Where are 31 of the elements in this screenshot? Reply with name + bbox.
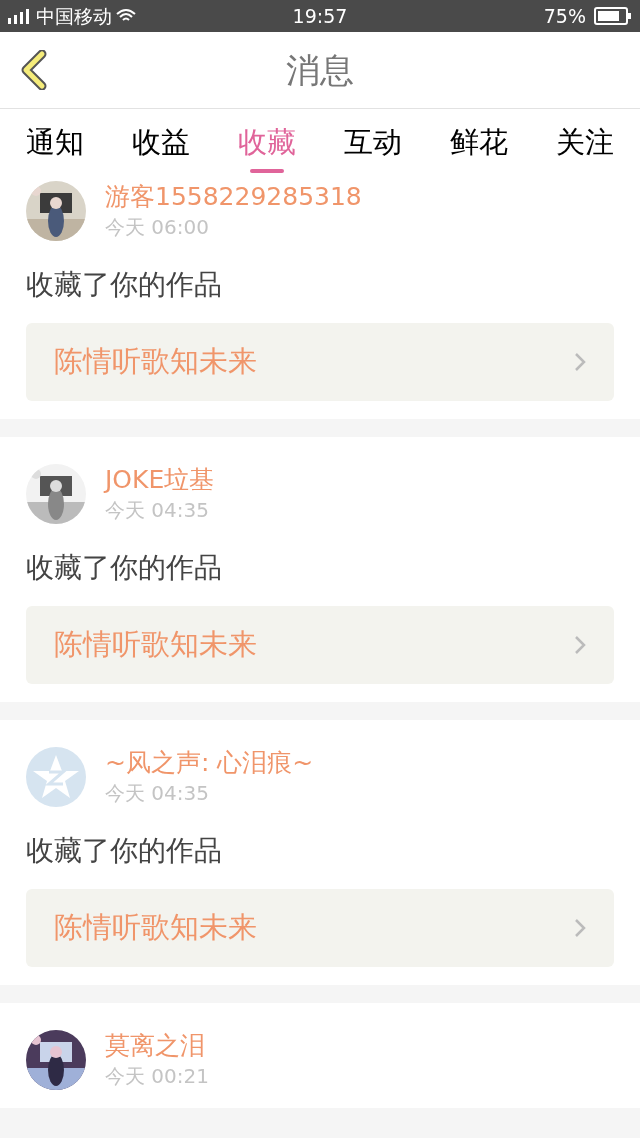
tab[interactable]: 收藏: [238, 109, 296, 175]
work-link[interactable]: 陈情听歌知未来: [26, 606, 614, 684]
chevron-right-icon: [574, 635, 586, 655]
message-text: 收藏了你的作品: [26, 833, 223, 869]
user-name[interactable]: ~风之声: 心泪痕~: [105, 747, 314, 779]
tab[interactable]: 互动: [344, 109, 402, 175]
timestamp: 今天 04:35: [105, 497, 210, 524]
tab[interactable]: 鲜花: [450, 109, 508, 175]
user-name[interactable]: JOKE垃基: [105, 464, 215, 496]
timestamp: 今天 00:21: [105, 1063, 209, 1090]
tab[interactable]: 关注: [556, 109, 614, 175]
tab[interactable]: 通知: [26, 109, 84, 175]
timestamp: 今天 04:35: [105, 780, 210, 807]
signal-icon: [8, 8, 32, 24]
carrier-name: 中国移动: [36, 3, 112, 29]
chevron-right-icon: [574, 352, 586, 372]
user-name[interactable]: 游客1558229285318: [105, 181, 362, 213]
clock: 19:57: [291, 3, 349, 29]
message-text: 收藏了你的作品: [26, 550, 223, 586]
timestamp: 今天 06:00: [105, 214, 210, 241]
message-text: 收藏了你的作品: [26, 267, 223, 303]
work-link[interactable]: 陈情听歌知未来: [26, 323, 614, 401]
page-title: 消息: [286, 48, 354, 92]
tab[interactable]: 收益: [132, 109, 190, 175]
battery-icon: [594, 7, 632, 25]
chevron-right-icon: [574, 918, 586, 938]
star-avatar-icon: [26, 747, 86, 807]
work-link[interactable]: 陈情听歌知未来: [26, 889, 614, 967]
tab-underline: [250, 169, 284, 173]
user-name[interactable]: 莫离之泪: [105, 1030, 209, 1062]
battery-percent: 75%: [543, 3, 586, 29]
